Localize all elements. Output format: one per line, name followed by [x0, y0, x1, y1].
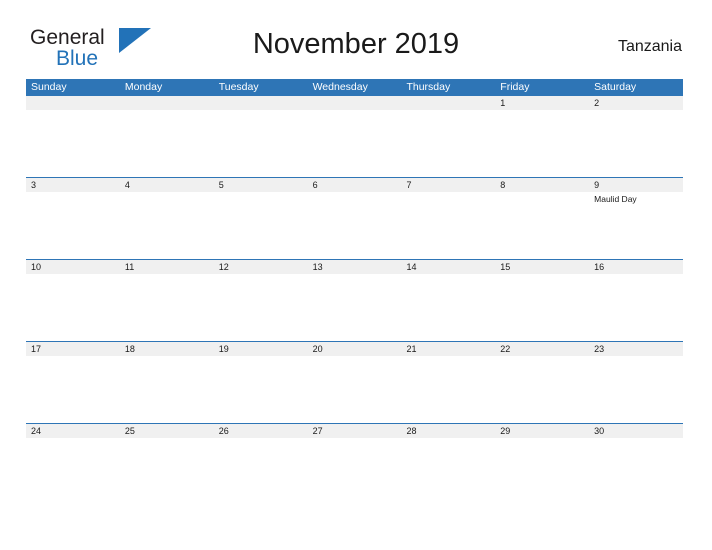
calendar-day-number[interactable]: 18	[120, 342, 214, 356]
calendar-day-number[interactable]: 26	[214, 424, 308, 438]
calendar-day-number[interactable]: 19	[214, 342, 308, 356]
weekday-header-tuesday: Tuesday	[218, 81, 259, 93]
calendar-day-cell[interactable]	[26, 192, 120, 259]
calendar-day-number[interactable]: 15	[495, 260, 589, 274]
calendar-day-number[interactable]: 20	[308, 342, 402, 356]
calendar-day-number[interactable]: 25	[120, 424, 214, 438]
calendar-day-empty	[214, 96, 308, 110]
week-event-area	[26, 274, 683, 341]
calendar-week-row: 24 25 26 27 28 29 30	[26, 423, 683, 505]
weekday-header-sunday: Sunday	[31, 81, 67, 93]
calendar-day-number[interactable]: 22	[495, 342, 589, 356]
calendar-day-empty	[401, 96, 495, 110]
calendar-grid: Sunday Monday Tuesday Wednesday Thursday…	[26, 79, 683, 505]
calendar-day-number[interactable]: 28	[401, 424, 495, 438]
calendar-week-row: 10 11 12 13 14 15 16	[26, 259, 683, 341]
week-event-area	[26, 438, 683, 505]
calendar-day-cell[interactable]	[401, 356, 495, 423]
calendar-day-cell[interactable]	[308, 356, 402, 423]
calendar-day-cell[interactable]	[120, 274, 214, 341]
calendar-week-row: 17 18 19 20 21 22 23	[26, 341, 683, 423]
calendar-day-number[interactable]: 4	[120, 178, 214, 192]
calendar-day-cell[interactable]	[120, 438, 214, 505]
calendar-week-row: 12	[26, 96, 683, 177]
week-date-numbers: 10 11 12 13 14 15 16	[26, 260, 683, 274]
calendar-day-cell[interactable]	[495, 356, 589, 423]
calendar-day-cell[interactable]	[26, 438, 120, 505]
calendar-day-cell[interactable]	[214, 192, 308, 259]
weekday-header-wednesday: Wednesday	[312, 81, 368, 93]
weekday-header-row: Sunday Monday Tuesday Wednesday Thursday…	[26, 79, 683, 96]
calendar-weeks: 1 2 3 4 5 6 7 8 9 Maulid Day 10 11 12 13 14 15 16 17 18 19 2…	[26, 96, 683, 505]
week-date-numbers: 3456789	[26, 178, 683, 192]
calendar-day-number[interactable]: 14	[401, 260, 495, 274]
calendar-day-cell[interactable]	[308, 438, 402, 505]
calendar-day-cell[interactable]	[589, 110, 683, 177]
calendar-day-number[interactable]: 2	[589, 96, 683, 110]
calendar-day-number[interactable]: 12	[214, 260, 308, 274]
calendar-day-cell[interactable]	[26, 356, 120, 423]
calendar-day-number[interactable]: 9	[589, 178, 683, 192]
weekday-header-saturday: Saturday	[594, 81, 637, 93]
calendar-day-cell[interactable]	[495, 274, 589, 341]
week-event-area: Maulid Day	[26, 192, 683, 259]
week-event-area	[26, 110, 683, 177]
calendar-day-cell	[26, 110, 120, 177]
calendar-day-cell[interactable]	[589, 438, 683, 505]
calendar-day-cell	[120, 110, 214, 177]
calendar-day-number[interactable]: 5	[214, 178, 308, 192]
calendar-day-cell[interactable]	[26, 274, 120, 341]
calendar-day-cell	[214, 110, 308, 177]
calendar-day-number[interactable]: 11	[120, 260, 214, 274]
calendar-day-cell[interactable]	[589, 356, 683, 423]
calendar-day-number[interactable]: 21	[401, 342, 495, 356]
page-title: November 2019	[252, 28, 460, 60]
weekday-header-monday: Monday	[124, 81, 163, 93]
calendar-day-cell[interactable]	[308, 192, 402, 259]
calendar-day-number[interactable]: 17	[26, 342, 120, 356]
calendar-day-cell[interactable]	[120, 356, 214, 423]
calendar-day-cell[interactable]	[308, 274, 402, 341]
calendar-day-cell[interactable]	[214, 438, 308, 505]
calendar-day-empty	[120, 96, 214, 110]
calendar-day-number[interactable]: 16	[589, 260, 683, 274]
calendar-day-number[interactable]: 3	[26, 178, 120, 192]
calendar-day-cell	[401, 110, 495, 177]
calendar-day-cell[interactable]	[401, 438, 495, 505]
calendar-day-cell[interactable]	[495, 110, 589, 177]
calendar-day-number[interactable]: 6	[308, 178, 402, 192]
weekday-header-friday: Friday	[500, 81, 530, 93]
calendar-event: Maulid Day	[594, 194, 637, 204]
calendar-day-number[interactable]: 24	[26, 424, 120, 438]
week-date-numbers: 17 18 19 20 21 22 23	[26, 342, 683, 356]
week-date-numbers: 24 25 26 27 28 29 30	[26, 424, 683, 438]
calendar-day-cell[interactable]	[589, 274, 683, 341]
calendar-day-cell[interactable]	[214, 274, 308, 341]
calendar-day-number[interactable]: 10	[26, 260, 120, 274]
calendar-day-number[interactable]: 13	[308, 260, 402, 274]
calendar-day-number[interactable]: 27	[308, 424, 402, 438]
calendar-week-row: 3 4 5 6 7 8 9 Maulid Day	[26, 177, 683, 259]
calendar-day-cell[interactable]	[401, 274, 495, 341]
calendar-day-number[interactable]: 23	[589, 342, 683, 356]
page-header: General Blue November 2019 Tanzania	[0, 0, 712, 70]
calendar-day-cell[interactable]: Maulid Day	[589, 192, 683, 259]
calendar-day-number[interactable]: 30	[589, 424, 683, 438]
calendar-day-number[interactable]: 8	[495, 178, 589, 192]
calendar-day-number[interactable]: 7	[401, 178, 495, 192]
weekday-header-thursday: Thursday	[406, 81, 451, 93]
calendar-day-empty	[308, 96, 402, 110]
calendar-day-cell[interactable]	[214, 356, 308, 423]
calendar-day-cell[interactable]	[120, 192, 214, 259]
calendar-day-number[interactable]: 29	[495, 424, 589, 438]
calendar-day-cell[interactable]	[495, 192, 589, 259]
calendar-day-empty	[26, 96, 120, 110]
calendar-day-cell[interactable]	[495, 438, 589, 505]
calendar-day-number[interactable]: 1	[495, 96, 589, 110]
calendar-day-cell	[308, 110, 402, 177]
region-label: Tanzania	[617, 38, 682, 55]
week-event-area	[26, 356, 683, 423]
calendar-day-cell[interactable]	[401, 192, 495, 259]
week-date-numbers: 12	[26, 96, 683, 110]
